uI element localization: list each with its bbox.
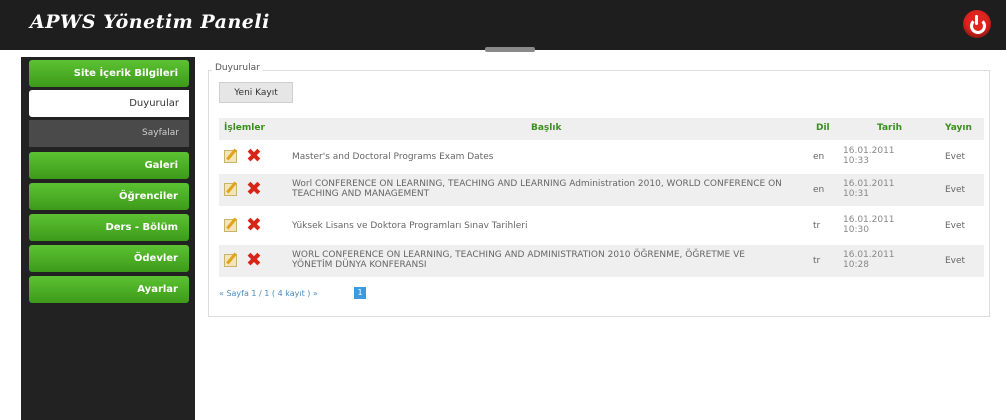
- row-date: 16.01.2011: [843, 179, 895, 189]
- table-row: ✖ Worl CONFERENCE ON LEARNING, TEACHING …: [219, 174, 984, 206]
- sidebar-item-sayfalar[interactable]: Sayfalar: [29, 120, 189, 147]
- row-tarih: 16.01.2011 10:28: [843, 250, 895, 270]
- column-islemler[interactable]: İşlemler: [224, 123, 265, 133]
- row-baslik[interactable]: WORL CONFERENCE ON LEARNING, TEACHING AN…: [292, 250, 782, 270]
- row-time: 10:30: [843, 225, 869, 235]
- row-date: 16.01.2011: [843, 215, 895, 225]
- table-row: ✖ WORL CONFERENCE ON LEARNING, TEACHING …: [219, 245, 984, 277]
- column-yayin[interactable]: Yayın: [945, 123, 972, 133]
- sidebar-item-ders-bolum[interactable]: Ders - Bölüm: [29, 214, 189, 241]
- row-time: 10:33: [843, 156, 869, 166]
- row-tarih: 16.01.2011 10:30: [843, 215, 895, 235]
- power-bar: [975, 15, 978, 25]
- delete-icon[interactable]: ✖: [246, 249, 262, 271]
- row-time: 10:31: [843, 189, 869, 199]
- column-baslik[interactable]: Başlık: [531, 123, 561, 133]
- row-yayin: Evet: [945, 256, 966, 266]
- row-tarih: 16.01.2011 10:31: [843, 179, 895, 199]
- row-baslik[interactable]: Worl CONFERENCE ON LEARNING, TEACHING AN…: [292, 179, 782, 199]
- row-yayin: Evet: [945, 221, 966, 231]
- delete-icon[interactable]: ✖: [246, 145, 262, 167]
- pagination-current-page[interactable]: 1: [354, 287, 366, 299]
- table-row: ✖ Yüksek Lisans ve Doktora Programları S…: [219, 210, 984, 242]
- column-dil[interactable]: Dil: [816, 123, 830, 133]
- sidebar: Site İçerik Bilgileri Duyurular Sayfalar…: [21, 57, 195, 420]
- sidebar-item-ayarlar[interactable]: Ayarlar: [29, 276, 189, 303]
- row-dil: en: [813, 185, 825, 195]
- row-yayin: Evet: [945, 185, 966, 195]
- header-divider: [485, 47, 535, 52]
- row-time: 10:28: [843, 260, 869, 270]
- app-logo-title: APWS Yönetim Paneli: [30, 11, 270, 33]
- edit-icon[interactable]: [224, 254, 237, 267]
- row-dil: en: [813, 152, 825, 162]
- power-icon[interactable]: [963, 10, 991, 38]
- new-record-button[interactable]: Yeni Kayıt: [219, 82, 293, 103]
- edit-icon[interactable]: [224, 183, 237, 196]
- panel-legend: Duyurular: [212, 63, 263, 73]
- table-header: İşlemler Başlık Dil Tarih Yayın: [219, 118, 984, 140]
- sidebar-item-duyurular[interactable]: Duyurular: [29, 90, 189, 117]
- sidebar-item-ogrenciler[interactable]: Öğrenciler: [29, 183, 189, 210]
- row-baslik[interactable]: Yüksek Lisans ve Doktora Programları Sın…: [292, 221, 782, 231]
- delete-icon[interactable]: ✖: [246, 178, 262, 200]
- row-date: 16.01.2011: [843, 250, 895, 260]
- pagination-text[interactable]: « Sayfa 1 / 1 ( 4 kayıt ) »: [219, 289, 318, 298]
- power-ring: [970, 18, 986, 34]
- row-dil: tr: [813, 256, 821, 266]
- row-baslik[interactable]: Master's and Doctoral Programs Exam Date…: [292, 152, 782, 162]
- edit-icon[interactable]: [224, 150, 237, 163]
- row-dil: tr: [813, 221, 821, 231]
- sidebar-item-odevler[interactable]: Ödevler: [29, 245, 189, 272]
- sidebar-item-galeri[interactable]: Galeri: [29, 152, 189, 179]
- top-header: APWS Yönetim Paneli: [0, 0, 1006, 52]
- row-yayin: Evet: [945, 152, 966, 162]
- edit-icon[interactable]: [224, 219, 237, 232]
- column-tarih[interactable]: Tarih: [877, 123, 902, 133]
- sidebar-item-site-icerik[interactable]: Site İçerik Bilgileri: [29, 60, 189, 87]
- row-date: 16.01.2011: [843, 146, 895, 156]
- row-tarih: 16.01.2011 10:33: [843, 146, 895, 166]
- delete-icon[interactable]: ✖: [246, 214, 262, 236]
- table-row: ✖ Master's and Doctoral Programs Exam Da…: [219, 141, 984, 173]
